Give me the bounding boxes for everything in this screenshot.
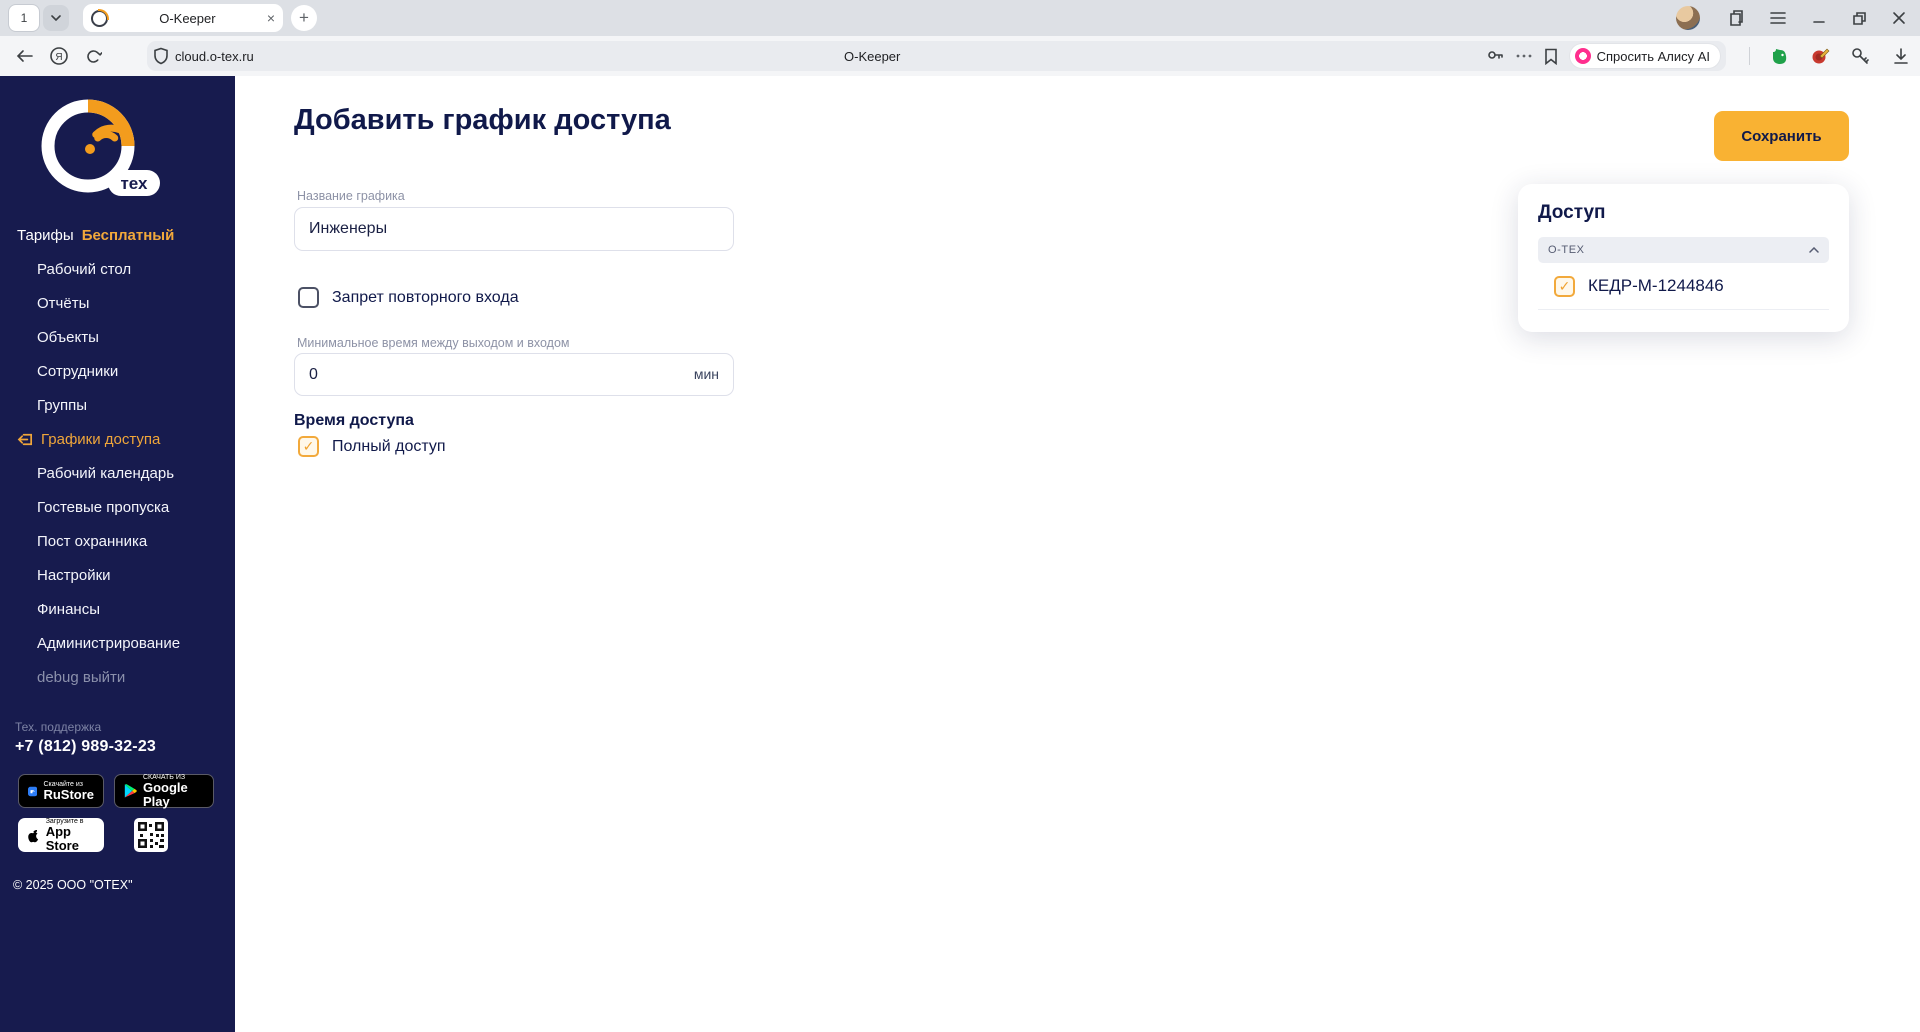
min-time-label: Минимальное время между выходом и входом xyxy=(297,336,570,350)
refresh-button[interactable] xyxy=(76,39,110,73)
divider xyxy=(1749,47,1750,65)
store-badges: Скачайте из RuStore СКАЧАТЬ ИЗ Google Play… xyxy=(18,774,223,852)
tab-title: O-Keeper xyxy=(159,10,216,26)
yandex-icon: Я xyxy=(50,47,68,65)
svg-text:Я: Я xyxy=(55,52,62,63)
refresh-icon xyxy=(86,49,102,63)
sidebar-item-settings[interactable]: Настройки xyxy=(0,558,235,592)
no-reentry-checkbox-row[interactable]: Запрет повторного входа xyxy=(298,287,519,308)
password-manager-icon[interactable] xyxy=(1487,49,1504,64)
min-time-input[interactable] xyxy=(294,353,734,396)
access-group-name: O-TEX xyxy=(1548,244,1585,256)
sidebar-item-access-schedules[interactable]: Графики доступа xyxy=(0,422,235,456)
device-checkbox[interactable]: ✓ xyxy=(1554,275,1575,297)
ask-alice-button[interactable]: Спросить Алису AI xyxy=(1569,44,1720,68)
o-tex-favicon-icon xyxy=(91,9,109,27)
logo-text: тех xyxy=(120,174,148,193)
sidebar-item-work-calendar[interactable]: Рабочий календарь xyxy=(0,456,235,490)
sidebar-item-tariffs[interactable]: Тарифы Бесплатный xyxy=(0,218,235,252)
sidebar: тех Тарифы Бесплатный Рабочий стол Отчёт… xyxy=(0,76,235,1032)
sidebar-item-administration[interactable]: Администрирование xyxy=(0,626,235,660)
no-reentry-label: Запрет повторного входа xyxy=(332,288,519,306)
restore-icon[interactable] xyxy=(1852,11,1866,25)
bookmark-icon[interactable] xyxy=(1544,48,1558,65)
tariffs-label: Тарифы xyxy=(17,226,74,244)
support-label: Тех. поддержка xyxy=(15,720,102,734)
tab-close-icon[interactable]: × xyxy=(267,10,275,26)
sidebar-nav: Тарифы Бесплатный Рабочий стол Отчёты Об… xyxy=(0,218,235,694)
minimize-icon[interactable] xyxy=(1812,11,1826,25)
sidebar-item-finance[interactable]: Финансы xyxy=(0,592,235,626)
address-bar-actions: Спросить Алису AI xyxy=(1487,44,1720,68)
menu-icon[interactable] xyxy=(1770,11,1786,25)
back-button[interactable] xyxy=(8,39,42,73)
access-group-header[interactable]: O-TEX xyxy=(1538,237,1829,263)
tab-counter-button[interactable]: 1 xyxy=(8,4,40,32)
min-time-unit: мин xyxy=(693,366,719,382)
tab-list-chevron-button[interactable] xyxy=(43,5,69,31)
profile-avatar[interactable] xyxy=(1676,6,1700,30)
full-access-checkbox[interactable]: ✓ xyxy=(298,436,319,457)
new-tab-button[interactable]: + xyxy=(291,5,317,31)
main-content: Добавить график доступа Сохранить Назван… xyxy=(235,76,1920,1032)
schedule-name-label: Название графика xyxy=(297,189,405,203)
sidebar-item-employees[interactable]: Сотрудники xyxy=(0,354,235,388)
sidebar-item-guard-post[interactable]: Пост охранника xyxy=(0,524,235,558)
sidebar-item-reports[interactable]: Отчёты xyxy=(0,286,235,320)
device-name: КЕДР-М-1244846 xyxy=(1588,276,1724,295)
tab-panels-icon[interactable] xyxy=(1726,9,1744,27)
site-shield-icon[interactable] xyxy=(153,47,169,65)
full-access-checkbox-row[interactable]: ✓ Полный доступ xyxy=(298,436,446,457)
schedule-name-input[interactable] xyxy=(294,207,734,251)
qr-pattern xyxy=(138,822,164,848)
enter-icon xyxy=(17,433,33,445)
downloads-icon[interactable] xyxy=(1892,47,1910,65)
sidebar-item-label: Графики доступа xyxy=(41,430,161,448)
app-store-badge[interactable]: Загрузите в App Store xyxy=(18,818,104,852)
tab-strip: 1 O-Keeper × + xyxy=(0,0,1920,36)
alice-icon xyxy=(1574,48,1591,64)
page-title: Добавить график доступа xyxy=(294,104,671,136)
sidebar-item-groups[interactable]: Группы xyxy=(0,388,235,422)
close-window-icon[interactable] xyxy=(1892,11,1906,25)
full-access-label: Полный доступ xyxy=(332,437,446,455)
apple-icon xyxy=(28,829,39,842)
chevron-up-icon[interactable] xyxy=(1809,247,1819,253)
tariff-value: Бесплатный xyxy=(81,226,175,244)
qr-code xyxy=(134,818,168,852)
page-title-center: O-Keeper xyxy=(844,48,901,64)
address-bar[interactable]: cloud.o-tex.ru O-Keeper Спросить Алису A… xyxy=(147,41,1726,71)
browser-window: 1 O-Keeper × + Я cloud.o-tex.ru O-Keeper… xyxy=(0,0,1920,1032)
sidebar-item-guest-passes[interactable]: Гостевые пропуска xyxy=(0,490,235,524)
rustore-icon xyxy=(28,786,38,796)
more-actions-icon[interactable] xyxy=(1516,54,1532,58)
sidebar-item-debug-logout[interactable]: debug выйти xyxy=(0,660,235,694)
google-play-icon xyxy=(124,784,137,798)
url-text[interactable]: cloud.o-tex.ru xyxy=(175,49,254,64)
rustore-badge[interactable]: Скачайте из RuStore xyxy=(18,774,104,808)
access-panel: Доступ O-TEX ✓ КЕДР-М-1244846 xyxy=(1518,184,1849,332)
access-panel-title: Доступ xyxy=(1538,202,1606,223)
alice-label: Спросить Алису AI xyxy=(1596,48,1710,64)
keys-extension-icon[interactable] xyxy=(1850,46,1872,66)
yandex-search-button[interactable]: Я xyxy=(42,39,76,73)
access-time-section-label: Время доступа xyxy=(294,412,414,429)
evernote-extension-icon[interactable] xyxy=(1770,46,1790,66)
no-reentry-checkbox[interactable] xyxy=(298,287,319,308)
min-time-field: мин xyxy=(294,353,734,396)
google-play-badge[interactable]: СКАЧАТЬ ИЗ Google Play xyxy=(114,774,214,808)
extension-icons xyxy=(1749,41,1910,71)
active-tab[interactable]: O-Keeper × xyxy=(83,4,283,32)
window-controls xyxy=(1676,0,1920,36)
copyright: © 2025 ООО "ОТЕХ" xyxy=(13,878,133,892)
o-tex-logo: тех xyxy=(30,96,190,206)
sidebar-item-objects[interactable]: Объекты xyxy=(0,320,235,354)
save-button[interactable]: Сохранить xyxy=(1714,111,1849,161)
stamp-extension-icon[interactable] xyxy=(1810,46,1830,66)
chevron-down-icon xyxy=(51,15,61,21)
device-checkbox-row[interactable]: ✓ КЕДР-М-1244846 xyxy=(1538,263,1829,310)
back-arrow-icon xyxy=(16,50,33,62)
support-phone[interactable]: +7 (812) 989-32-23 xyxy=(15,738,235,756)
sidebar-item-desktop[interactable]: Рабочий стол xyxy=(0,252,235,286)
